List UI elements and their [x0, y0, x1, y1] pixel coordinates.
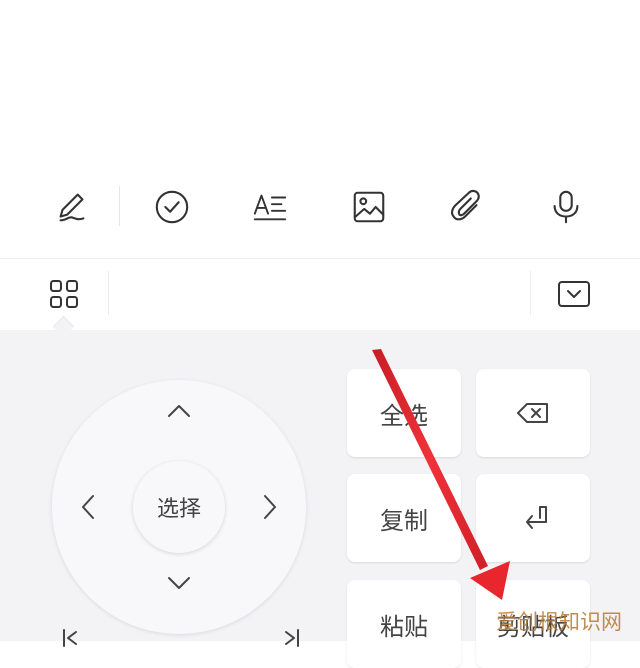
cursor-up-button[interactable] [162, 394, 196, 428]
watermark-text: 爱创根知识网 [496, 610, 622, 634]
cursor-dpad[interactable]: 选择 [52, 380, 306, 634]
backspace-icon [517, 403, 548, 423]
arrow-left-icon [82, 495, 94, 519]
select-label: 选择 [156, 497, 201, 522]
cursor-right-button[interactable] [252, 490, 286, 524]
cursor-left-button[interactable] [72, 490, 106, 524]
line-start-icon[interactable] [58, 626, 88, 656]
copy-key[interactable]: 复制 [347, 474, 461, 562]
paste-label: 粘贴 [380, 612, 428, 641]
microphone-icon [553, 190, 579, 224]
handwriting-button[interactable] [45, 180, 99, 234]
enter-key[interactable] [476, 474, 590, 562]
image-icon [353, 191, 385, 223]
header-divider [108, 271, 109, 315]
line-end-icon[interactable] [274, 626, 304, 656]
select-button[interactable]: 选择 [133, 461, 225, 553]
arrow-down-icon [168, 577, 190, 589]
attachment-button[interactable] [440, 180, 494, 234]
copy-label: 复制 [380, 506, 428, 535]
image-button[interactable] [342, 180, 396, 234]
text-format-icon [253, 194, 287, 221]
check-circle-icon [155, 190, 189, 224]
text-format-button[interactable] [243, 180, 297, 234]
header-divider [530, 271, 531, 315]
voice-button[interactable] [539, 180, 593, 234]
editor-toolbar [0, 0, 640, 258]
arrow-up-icon [168, 405, 190, 417]
select-all-key[interactable]: 全选 [347, 369, 461, 457]
keyboard-header [0, 258, 640, 331]
paste-key[interactable]: 粘贴 [347, 580, 461, 668]
checklist-button[interactable] [145, 180, 199, 234]
keyboard-panel: 选择 全选 复制 粘贴 剪贴板 [0, 330, 640, 668]
backspace-key[interactable] [476, 369, 590, 457]
grid-icon [50, 280, 78, 308]
select-all-label: 全选 [380, 401, 428, 430]
cursor-down-button[interactable] [162, 566, 196, 600]
hide-keyboard-button[interactable] [549, 271, 599, 317]
keyboard-collapse-icon [558, 281, 590, 307]
pen-icon [59, 193, 85, 222]
menu-grid-button[interactable] [39, 271, 89, 317]
paperclip-icon [451, 189, 480, 221]
enter-icon [526, 506, 547, 529]
arrow-right-icon [264, 495, 276, 519]
toolbar-divider [119, 186, 120, 226]
